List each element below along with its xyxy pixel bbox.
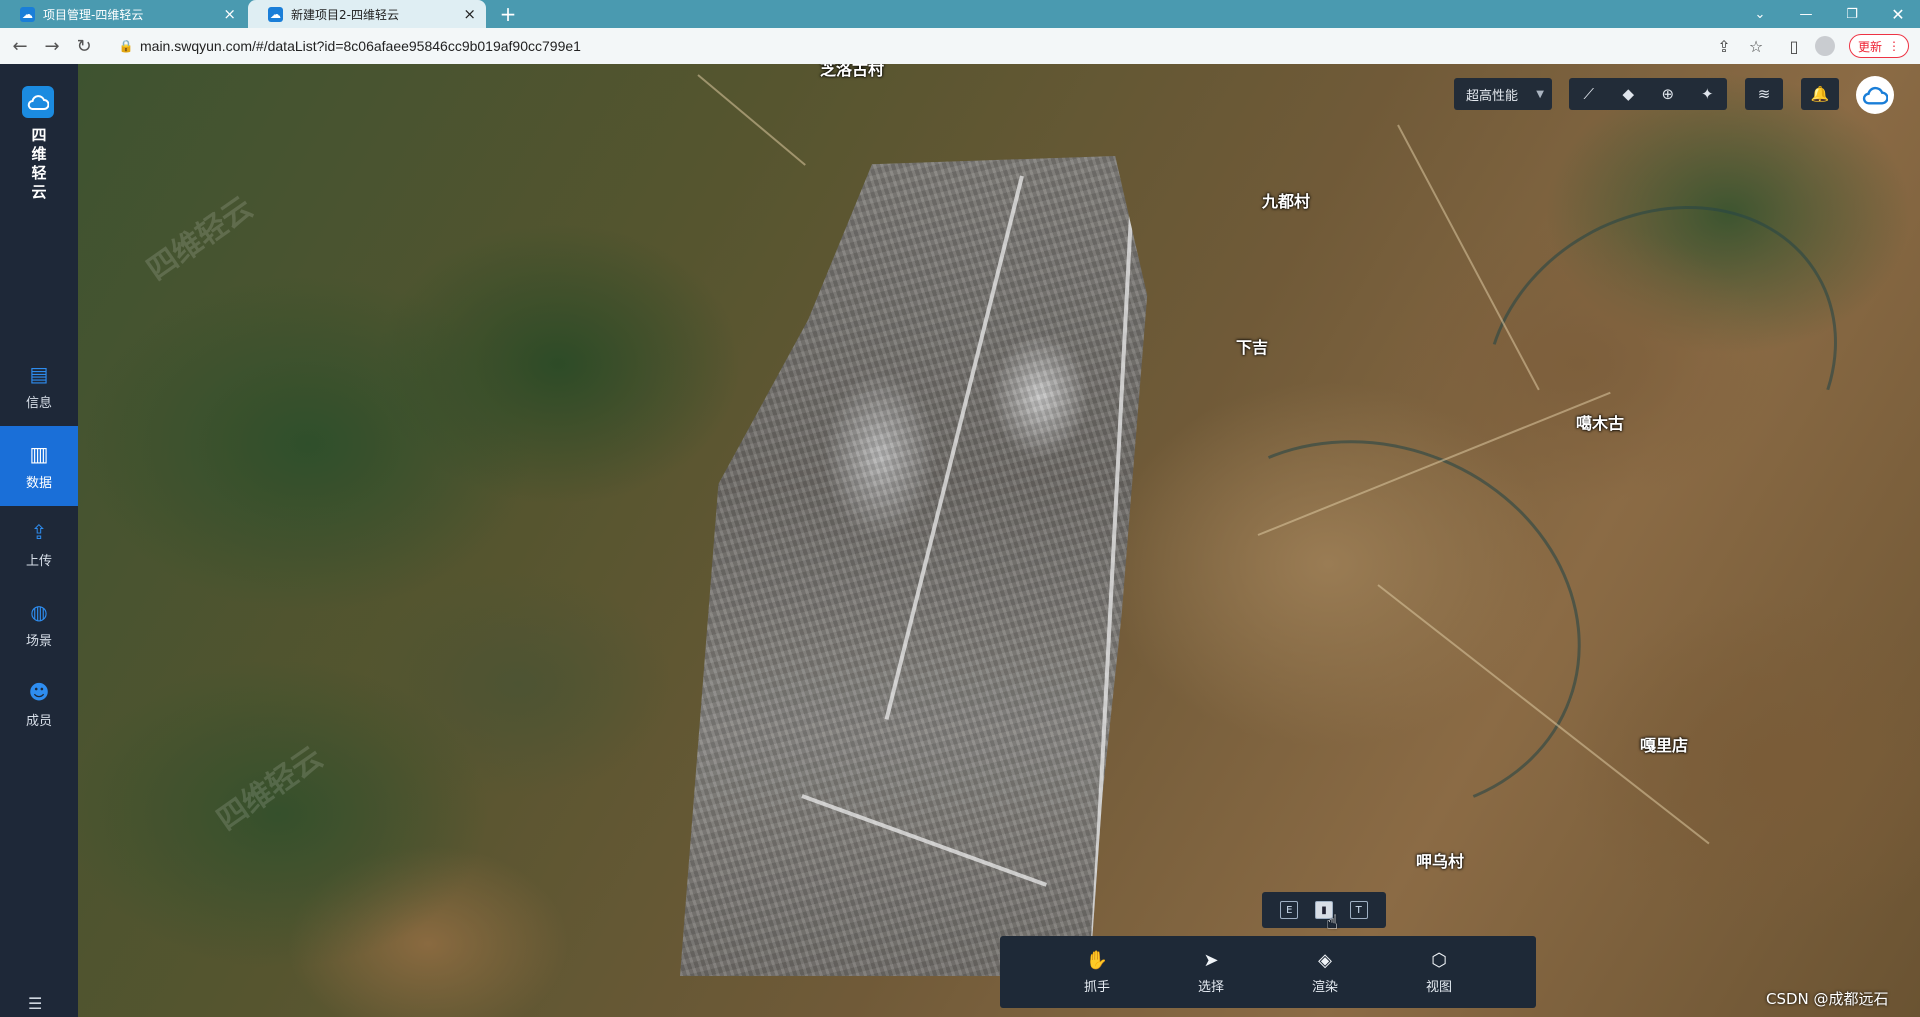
globe-icon: ◍ <box>30 599 48 624</box>
globe-icon[interactable]: ⊕ <box>1648 78 1688 110</box>
cloud-favicon-icon: ☁ <box>20 6 35 22</box>
place-label: 嘎里店 <box>1640 736 1689 755</box>
hand-tool-button[interactable]: ✋ 抓手 <box>1084 950 1110 995</box>
cube-icon: ⬡ <box>1431 949 1447 971</box>
road-line <box>801 794 1048 887</box>
mode-e-icon[interactable]: E <box>1280 901 1299 919</box>
forward-arrow-icon[interactable]: → <box>38 28 66 64</box>
close-tab-icon[interactable]: × <box>223 5 236 23</box>
back-arrow-icon[interactable]: ← <box>6 28 34 64</box>
road-line <box>1089 195 1134 976</box>
cloud-icon <box>1862 86 1888 105</box>
place-label: 噶木古 <box>1576 414 1625 433</box>
sidebar-item-scene[interactable]: ◍ 场景 <box>0 584 78 664</box>
sidebar-item-label: 信息 <box>25 395 52 411</box>
sidebar-item-label: 数据 <box>25 475 52 491</box>
layers-icon[interactable]: ≋ <box>1745 78 1783 110</box>
sidebar-item-info[interactable]: ▤ 信息 <box>0 346 78 426</box>
pointer-icon: ➤ <box>1203 949 1219 971</box>
tab-title: 项目管理-四维轻云 <box>43 7 144 22</box>
place-label: 芝洛古村 <box>820 64 885 79</box>
update-label: 更新 <box>1857 39 1882 54</box>
performance-select[interactable]: 超高性能 ▼ <box>1454 78 1552 110</box>
document-icon: ▤ <box>29 361 49 386</box>
more-menu-icon: ⋮ <box>1888 39 1900 53</box>
credit-watermark: CSDN @成都远石 <box>1766 990 1889 1008</box>
place-label: 下吉 <box>1236 338 1269 357</box>
bookmark-star-icon[interactable]: ☆ <box>1743 28 1769 64</box>
app-logo-icon[interactable] <box>22 86 54 118</box>
tab-list-chevron-icon[interactable]: ⌄ <box>1740 0 1780 28</box>
satellite-map-canvas[interactable]: 四维轻云 四维轻云 芝洛古村 九都村 下吉 噶木古 嘎里店 呷乌村 <box>78 64 1920 1017</box>
lock-icon[interactable]: 🔒 <box>116 36 136 56</box>
sidebar-item-upload[interactable]: ⇪ 上传 <box>0 504 78 584</box>
sidebar-item-label: 上传 <box>25 553 52 569</box>
road-line <box>697 74 806 166</box>
bell-icon[interactable]: 🔔 <box>1801 78 1839 110</box>
cloud-icon <box>27 95 49 110</box>
tab-title: 新建项目2-四维轻云 <box>291 7 399 22</box>
update-button[interactable]: 更新 ⋮ <box>1849 34 1909 58</box>
satellite-icon[interactable]: ✦ <box>1688 78 1728 110</box>
map-tool-group: ⟋ ◆ ⊕ ✦ <box>1569 78 1727 110</box>
user-avatar[interactable] <box>1856 76 1894 114</box>
close-tab-icon[interactable]: × <box>463 5 476 23</box>
upload-icon: ⇪ <box>30 519 48 544</box>
brand-name: 四维轻云 <box>31 126 47 201</box>
place-label: 呷乌村 <box>1416 852 1465 871</box>
view-mode-bar: E ▮ T <box>1262 892 1386 928</box>
profile-avatar-icon[interactable] <box>1815 36 1835 56</box>
data-icon: ▥ <box>29 441 49 466</box>
side-panel-icon[interactable]: ▯ <box>1781 28 1807 64</box>
sidebar-item-data[interactable]: ▥ 数据 <box>0 426 78 506</box>
chevron-down-icon: ▼ <box>1536 88 1544 100</box>
mouse-cursor-icon: ☝ <box>1326 910 1339 934</box>
browser-tab-bar: ☁ 项目管理-四维轻云 × ☁ 新建项目2-四维轻云 × + ⌄ — ❐ ✕ <box>0 0 1920 28</box>
share-icon[interactable]: ⇪ <box>1711 28 1737 64</box>
sidebar-item-members[interactable]: ☻ 成员 <box>0 664 78 744</box>
paint-bucket-icon: ◈ <box>1318 949 1332 971</box>
reload-icon[interactable]: ↻ <box>70 28 98 64</box>
address-bar: ← → ↻ 🔒 main.swqyun.com/#/dataList?id=8c… <box>0 28 1920 65</box>
select-tool-button[interactable]: ➤ 选择 <box>1198 950 1224 995</box>
new-tab-button[interactable]: + <box>496 0 520 28</box>
watermark: 四维轻云 <box>140 190 260 288</box>
browser-tab-project-management[interactable]: ☁ 项目管理-四维轻云 × <box>0 0 246 28</box>
tool-label: 渲染 <box>1311 979 1338 995</box>
render-tool-button[interactable]: ◈ 渲染 <box>1312 950 1338 995</box>
mode-t-icon[interactable]: T <box>1349 901 1368 919</box>
watermark: 四维轻云 <box>210 740 330 838</box>
restore-button[interactable]: ❐ <box>1832 0 1872 28</box>
close-window-button[interactable]: ✕ <box>1878 0 1918 28</box>
sidebar-item-label: 成员 <box>25 713 52 729</box>
measure-icon[interactable]: ⟋ <box>1569 78 1609 110</box>
bottom-toolbar: ✋ 抓手 ➤ 选择 ◈ 渲染 ⬡ 视图 <box>1000 936 1536 1008</box>
tool-label: 视图 <box>1425 979 1452 995</box>
members-icon: ☻ <box>28 679 50 704</box>
hand-icon: ✋ <box>1085 949 1109 971</box>
url-input[interactable]: main.swqyun.com/#/dataList?id=8c06afaee9… <box>140 28 581 64</box>
collapse-sidebar-icon[interactable]: ☰ <box>28 994 42 1013</box>
tool-label: 抓手 <box>1083 979 1110 995</box>
browser-tab-new-project[interactable]: ☁ 新建项目2-四维轻云 × <box>248 0 486 28</box>
place-label: 九都村 <box>1262 192 1311 211</box>
eraser-icon[interactable]: ◆ <box>1609 78 1649 110</box>
performance-value: 超高性能 <box>1466 88 1519 104</box>
app-sidebar: 四维轻云 ▤ 信息 ▥ 数据 ⇪ 上传 ◍ 场景 ☻ 成员 ☰ <box>0 64 78 1017</box>
road-line <box>884 175 1024 720</box>
view-tool-button[interactable]: ⬡ 视图 <box>1426 950 1452 995</box>
road-line <box>1397 124 1540 391</box>
sidebar-item-label: 场景 <box>25 633 52 649</box>
minimize-button[interactable]: — <box>1786 0 1826 28</box>
cloud-favicon-icon: ☁ <box>268 6 283 22</box>
tool-label: 选择 <box>1197 979 1224 995</box>
